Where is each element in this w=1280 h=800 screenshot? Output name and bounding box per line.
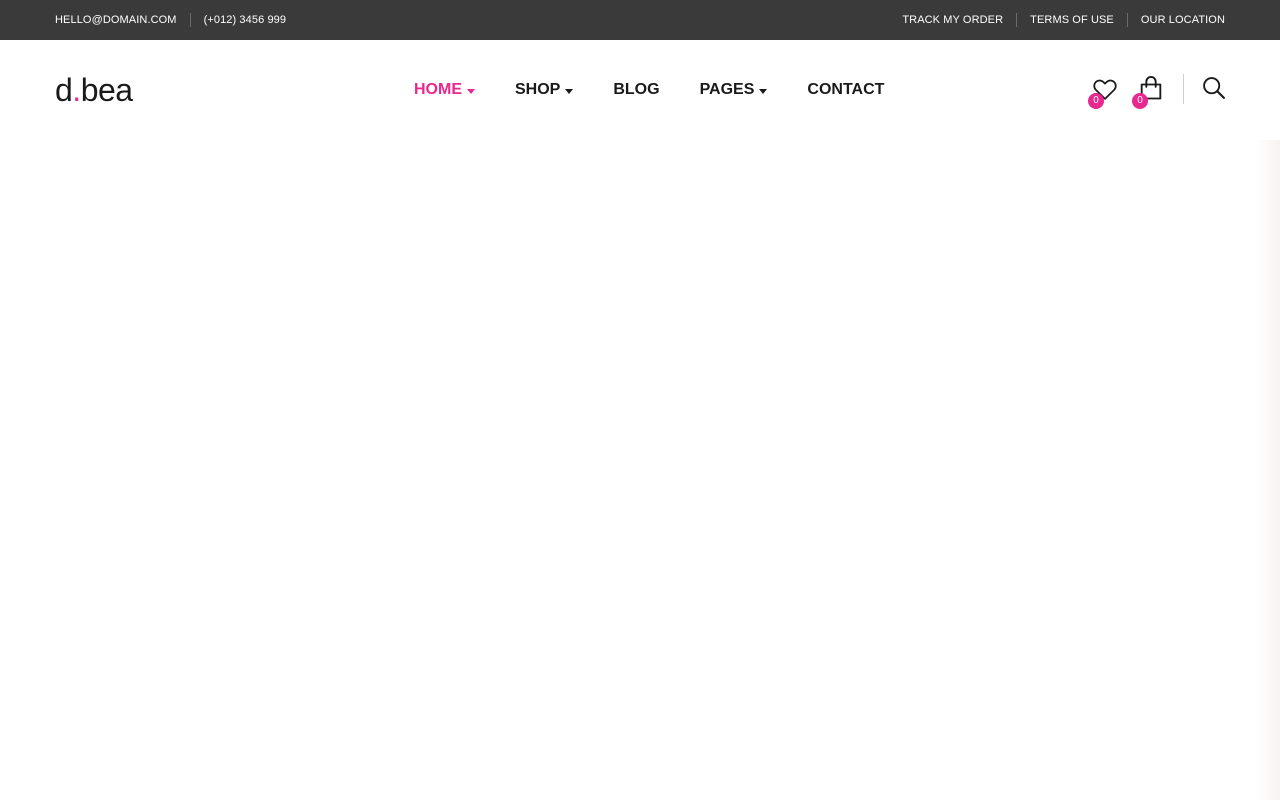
site-header: d. bea HOME SHOP BLOG PAGES CONTACT 0 0 bbox=[0, 40, 1280, 140]
top-bar: HELLO@DOMAIN.COM (+012) 3456 999 TRACK M… bbox=[0, 0, 1280, 40]
caret-down-icon bbox=[467, 88, 475, 94]
search-button[interactable] bbox=[1200, 74, 1232, 106]
nav-item-label: SHOP bbox=[515, 81, 561, 98]
logo-dot: . bbox=[72, 72, 81, 108]
track-order-link[interactable]: TRACK MY ORDER bbox=[902, 14, 1003, 26]
logo-text-start: d bbox=[55, 72, 73, 108]
contact-phone-link[interactable]: (+012) 3456 999 bbox=[204, 14, 287, 26]
our-location-link[interactable]: OUR LOCATION bbox=[1141, 14, 1225, 26]
nav-item-label: HOME bbox=[414, 81, 462, 98]
nav-item-home[interactable]: HOME bbox=[414, 81, 475, 99]
wishlist-button[interactable]: 0 bbox=[1088, 74, 1122, 109]
top-bar-divider bbox=[1016, 13, 1018, 27]
terms-of-use-link[interactable]: TERMS OF USE bbox=[1030, 14, 1114, 26]
top-bar-divider bbox=[1126, 13, 1128, 27]
site-logo[interactable]: d. bea bbox=[55, 73, 133, 107]
top-bar-divider bbox=[189, 13, 191, 27]
search-icon bbox=[1203, 77, 1225, 99]
caret-down-icon bbox=[565, 88, 574, 94]
nav-item-pages[interactable]: PAGES bbox=[700, 81, 768, 99]
logo-text-end: bea bbox=[80, 72, 133, 108]
nav-item-blog[interactable]: BLOG bbox=[613, 81, 659, 99]
main-nav: HOME SHOP BLOG PAGES CONTACT bbox=[414, 78, 924, 102]
cart-count-badge: 0 bbox=[1132, 93, 1148, 109]
nav-item-label: CONTACT bbox=[807, 81, 885, 98]
cart-button[interactable]: 0 bbox=[1132, 74, 1168, 109]
nav-item-label: BLOG bbox=[613, 81, 660, 98]
nav-item-contact[interactable]: CONTACT bbox=[807, 81, 884, 99]
hero-image-edge bbox=[1256, 140, 1280, 800]
wishlist-count-badge: 0 bbox=[1088, 93, 1104, 109]
caret-down-icon bbox=[759, 88, 768, 94]
top-bar-contact: HELLO@DOMAIN.COM (+012) 3456 999 bbox=[55, 0, 286, 40]
top-bar-links: TRACK MY ORDER TERMS OF USE OUR LOCATION bbox=[902, 0, 1225, 40]
nav-item-label: PAGES bbox=[699, 81, 755, 98]
header-actions-divider bbox=[1183, 74, 1184, 104]
nav-item-shop[interactable]: SHOP bbox=[515, 81, 574, 99]
contact-email-link[interactable]: HELLO@DOMAIN.COM bbox=[55, 14, 177, 26]
hero-banner bbox=[0, 140, 1280, 800]
